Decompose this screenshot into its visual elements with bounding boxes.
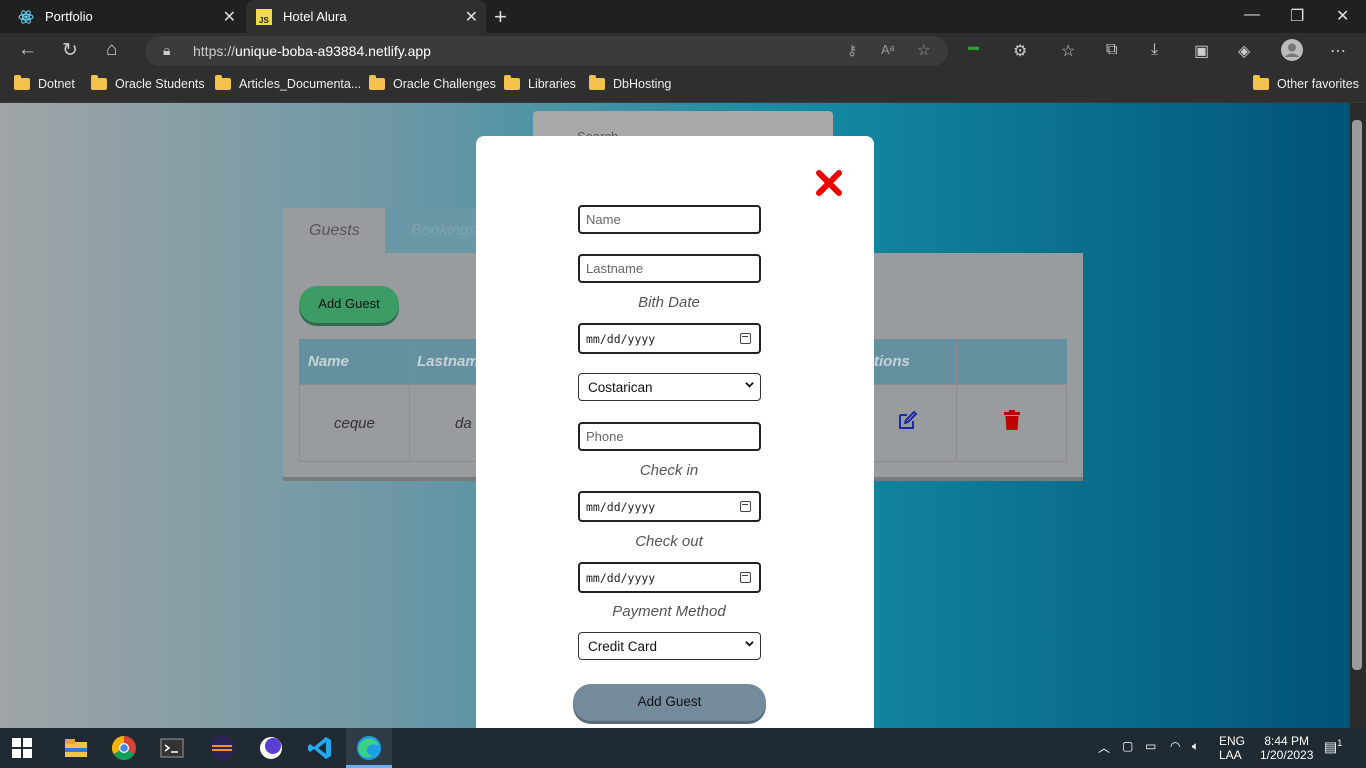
- favorites-icon[interactable]: ☆: [1061, 41, 1075, 61]
- check-in-field[interactable]: mm/dd/yyyy: [578, 491, 761, 522]
- js-icon: JS: [256, 8, 272, 25]
- terminal-icon[interactable]: [158, 734, 186, 762]
- more-menu-icon[interactable]: ⋯: [1330, 41, 1346, 61]
- favorite-folder[interactable]: Oracle Students: [91, 75, 205, 91]
- check-out-field[interactable]: mm/dd/yyyy: [578, 562, 761, 593]
- check-out-label: Check out: [635, 533, 703, 550]
- restore-icon[interactable]: ❐: [1290, 6, 1304, 26]
- vscode-icon[interactable]: [306, 734, 334, 762]
- close-window-icon[interactable]: ✕: [1336, 6, 1349, 26]
- tab-portfolio[interactable]: Portfolio ✕: [8, 0, 244, 33]
- column-divider: [956, 339, 957, 462]
- volume-icon[interactable]: 🔈︎: [1192, 739, 1199, 754]
- close-tab-icon[interactable]: ✕: [223, 7, 236, 27]
- home-icon[interactable]: ⌂: [106, 39, 117, 61]
- column-header-lastname: Lastnam: [417, 353, 479, 370]
- back-icon[interactable]: ←: [18, 39, 37, 61]
- lock-icon: 🔒︎: [163, 42, 171, 58]
- minimize-icon[interactable]: —: [1244, 6, 1260, 24]
- payment-method-label: Payment Method: [612, 603, 726, 620]
- key-icon[interactable]: ⚷: [847, 42, 857, 59]
- profile-avatar-icon[interactable]: [1281, 39, 1303, 66]
- folder-icon: [504, 75, 520, 90]
- notification-icon[interactable]: ▤1: [1324, 738, 1342, 756]
- favorites-bar: Dotnet Oracle Students Articles_Document…: [0, 69, 1366, 103]
- folder-icon: [589, 75, 605, 90]
- submit-add-guest-button[interactable]: Add Guest: [573, 684, 766, 721]
- language-indicator[interactable]: ENG LAA: [1219, 734, 1245, 762]
- tab-title: Hotel Alura: [283, 9, 347, 24]
- calendar-icon[interactable]: [740, 572, 751, 583]
- downloads-icon[interactable]: ⤓: [1151, 41, 1158, 59]
- tab-title: Portfolio: [45, 9, 93, 24]
- favorite-folder[interactable]: Oracle Challenges: [369, 75, 496, 91]
- birth-date-label: Bith Date: [638, 294, 700, 311]
- math-solver-icon[interactable]: ▣: [1194, 41, 1209, 61]
- battery-icon[interactable]: ▭: [1145, 739, 1156, 753]
- chevron-down-icon: [745, 641, 754, 647]
- close-tab-icon[interactable]: ✕: [465, 7, 478, 27]
- other-favorites-folder[interactable]: Other favorites: [1253, 75, 1359, 91]
- add-guest-button[interactable]: Add Guest: [299, 286, 399, 323]
- url-text: https://unique-boba-a93884.netlify.app: [193, 43, 431, 59]
- favorite-folder[interactable]: Dotnet: [14, 75, 75, 91]
- edge-icon[interactable]: [355, 734, 383, 762]
- new-tab-icon[interactable]: +: [494, 4, 507, 30]
- clock[interactable]: 8:44 PM 1/20/2023: [1260, 734, 1313, 762]
- add-guest-modal: Name Lastname Bith Date mm/dd/yyyy Costa…: [476, 136, 874, 728]
- show-hidden-icons[interactable]: ︿: [1098, 739, 1110, 756]
- refresh-icon[interactable]: ↻: [62, 39, 78, 62]
- folder-icon: [1253, 75, 1269, 90]
- column-divider: [409, 339, 410, 462]
- folder-icon: [14, 75, 30, 90]
- nationality-select[interactable]: Costarican: [578, 373, 761, 401]
- favorite-folder[interactable]: Libraries: [504, 75, 576, 91]
- collections-icon[interactable]: ⧉: [1106, 41, 1117, 59]
- edit-icon[interactable]: [897, 410, 918, 436]
- browser-titlebar: Portfolio ✕ JS Hotel Alura ✕ + — ❐ ✕: [0, 0, 1366, 33]
- column-header-actions: tions: [874, 353, 910, 370]
- browser-essentials-icon[interactable]: ◈: [1238, 41, 1250, 61]
- calendar-icon[interactable]: [740, 333, 751, 344]
- scrollbar-thumb[interactable]: [1352, 120, 1362, 670]
- extensions-icon[interactable]: ⚙: [1013, 41, 1027, 61]
- react-icon: [18, 9, 34, 24]
- url-field[interactable]: 🔒︎ https://unique-boba-a93884.netlify.ap…: [145, 36, 948, 66]
- cell-lastname: da: [455, 415, 472, 432]
- camera-icon[interactable]: ▢: [1122, 739, 1133, 753]
- tab-bookings[interactable]: Bookings: [385, 208, 485, 253]
- wifi-icon[interactable]: ◠: [1170, 739, 1180, 753]
- folder-icon: [215, 75, 231, 90]
- check-in-label: Check in: [639, 462, 699, 479]
- file-explorer-icon[interactable]: [62, 734, 90, 762]
- close-icon[interactable]: [815, 169, 843, 197]
- tab-guests[interactable]: Guests: [283, 208, 385, 253]
- phone-field[interactable]: Phone: [578, 422, 761, 451]
- chevron-down-icon: [745, 382, 754, 388]
- delete-icon[interactable]: [1003, 410, 1021, 436]
- favorite-folder[interactable]: Articles_Documenta...: [215, 75, 361, 91]
- add-favorite-icon[interactable]: ☆: [917, 41, 930, 59]
- svg-text:JS: JS: [259, 16, 269, 25]
- read-aloud-icon[interactable]: Aᵃ: [881, 42, 895, 57]
- column-header-name: Name: [308, 353, 349, 370]
- taskbar: ︿ ▢ ▭ ◠ 🔈︎ ENG LAA 8:44 PM 1/20/2023 ▤1: [0, 728, 1366, 768]
- payment-method-select[interactable]: Credit Card: [578, 632, 761, 660]
- tab-hotel-alura[interactable]: JS Hotel Alura ✕: [246, 0, 486, 33]
- name-field[interactable]: Name: [578, 205, 761, 234]
- calendar-icon[interactable]: [740, 501, 751, 512]
- eclipse-icon[interactable]: [208, 734, 236, 762]
- birth-date-field[interactable]: mm/dd/yyyy: [578, 323, 761, 354]
- folder-icon: [91, 75, 107, 90]
- app-moon-icon[interactable]: [257, 734, 285, 762]
- address-bar-row: ← ↻ ⌂ 🔒︎ https://unique-boba-a93884.netl…: [0, 33, 1366, 69]
- lastname-field[interactable]: Lastname: [578, 254, 761, 283]
- windows-start-icon[interactable]: [12, 738, 32, 758]
- extension-green-icon[interactable]: ▬: [968, 41, 979, 53]
- chrome-icon[interactable]: [110, 734, 138, 762]
- page-viewport: Search Guests Bookings Add Guest Name La…: [0, 103, 1350, 728]
- cell-name: ceque: [334, 415, 375, 432]
- favorite-folder[interactable]: DbHosting: [589, 75, 671, 91]
- folder-icon: [369, 75, 385, 90]
